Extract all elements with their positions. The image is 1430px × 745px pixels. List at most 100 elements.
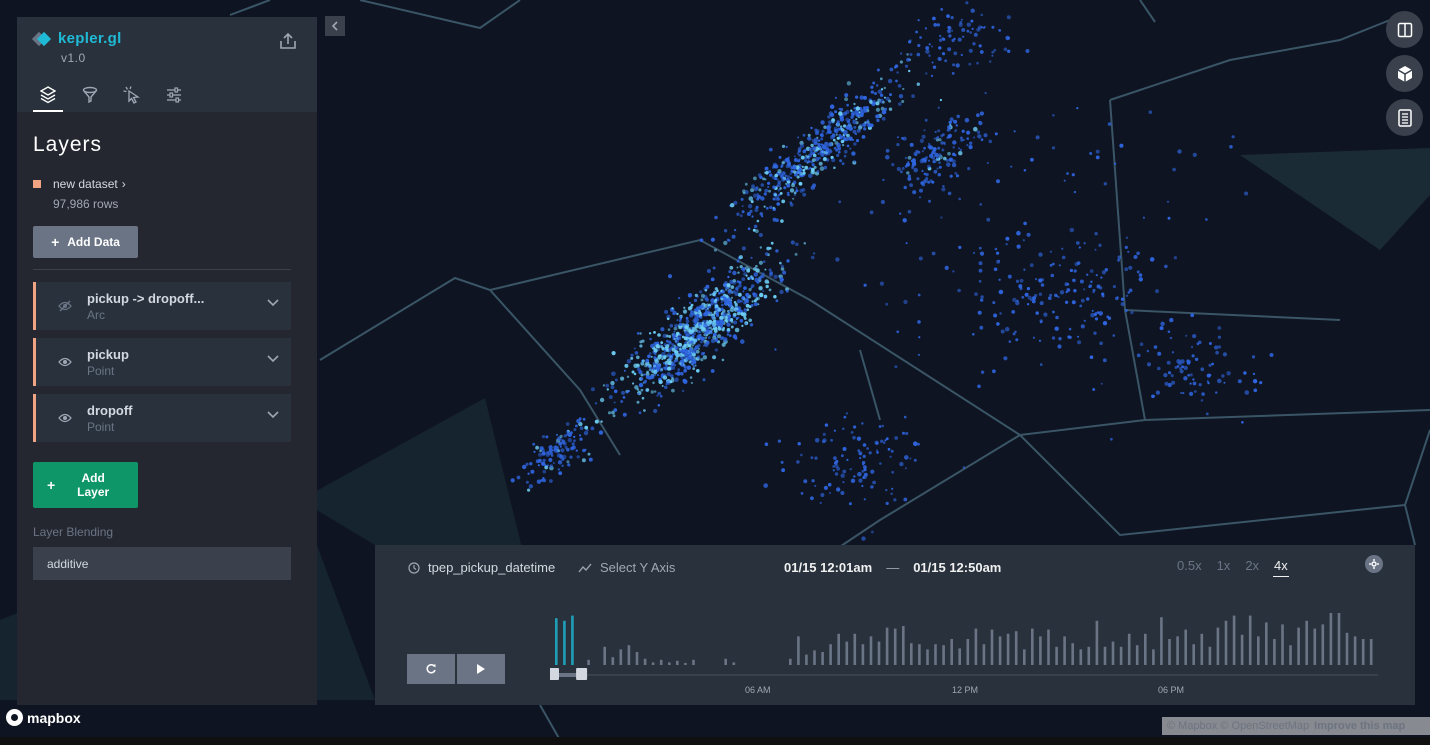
map-point: [707, 324, 710, 327]
map-point: [667, 353, 672, 358]
speed-option[interactable]: 1x: [1216, 558, 1232, 577]
add-layer-button[interactable]: + Add Layer: [33, 462, 138, 508]
map-point: [937, 106, 940, 109]
eye-icon[interactable]: [58, 356, 72, 368]
map-point: [855, 118, 858, 121]
map-point: [857, 125, 863, 130]
map-point: [870, 485, 874, 489]
tab-layers[interactable]: [33, 82, 63, 112]
map-point: [913, 167, 918, 173]
map-point: [831, 158, 836, 163]
map-point: [729, 303, 732, 305]
histogram-bar: [1353, 636, 1357, 665]
map-point: [766, 246, 771, 251]
tab-map-style[interactable]: [159, 82, 189, 112]
map-point: [905, 431, 909, 436]
map-point: [814, 484, 817, 487]
add-data-button[interactable]: + Add Data: [33, 226, 138, 258]
map-point: [909, 183, 913, 188]
tab-interactions[interactable]: [117, 82, 147, 112]
reset-icon: [426, 664, 436, 674]
y-axis-selector[interactable]: Select Y Axis: [578, 560, 675, 575]
tab-filters[interactable]: [75, 82, 105, 112]
chevron-down-icon[interactable]: [267, 355, 279, 363]
map-point: [675, 358, 679, 363]
split-map-button[interactable]: [1386, 11, 1423, 48]
map-point: [1113, 162, 1117, 165]
3d-view-button[interactable]: [1386, 55, 1423, 92]
map-point: [802, 171, 806, 175]
chevron-down-icon[interactable]: [267, 299, 279, 307]
map-point: [827, 142, 833, 147]
map-point: [906, 57, 911, 62]
layer-item-pickup[interactable]: pickup Point: [33, 338, 291, 386]
layer-blending-select[interactable]: additive: [33, 547, 291, 580]
layer-item-arc[interactable]: pickup -> dropoff... Arc: [33, 282, 291, 330]
map-point: [694, 293, 698, 297]
map-point: [669, 380, 673, 384]
map-point: [1003, 47, 1008, 52]
speed-option-active[interactable]: 4x: [1273, 558, 1289, 577]
map-point: [582, 448, 586, 453]
map-point: [976, 113, 980, 118]
map-point: [836, 136, 840, 140]
map-point: [740, 268, 743, 271]
time-field-selector[interactable]: tpep_pickup_datetime: [408, 560, 555, 575]
map-point: [980, 295, 984, 299]
play-button[interactable]: [457, 654, 505, 684]
time-slider-handle-end[interactable]: [576, 668, 588, 680]
map-point: [643, 373, 646, 376]
map-point: [1039, 301, 1044, 306]
speed-option[interactable]: 0.5x: [1176, 558, 1203, 577]
improve-map-link[interactable]: Improve this map: [1314, 720, 1405, 732]
time-widget-settings-button[interactable]: [1365, 555, 1383, 573]
map-point: [786, 259, 790, 263]
share-button[interactable]: [279, 32, 297, 50]
map-point: [535, 445, 539, 450]
histogram-bar: [1224, 620, 1228, 665]
map-point: [658, 379, 663, 385]
reset-button[interactable]: [407, 654, 455, 684]
map-point: [993, 267, 998, 272]
map-point: [846, 103, 849, 107]
layer-item-dropoff[interactable]: dropoff Point: [33, 394, 291, 442]
map-point: [1107, 122, 1112, 126]
map-point: [750, 188, 755, 193]
eye-icon[interactable]: [58, 412, 72, 424]
map-point: [979, 50, 984, 54]
layer-type: Point: [87, 419, 115, 434]
map-point: [837, 147, 841, 151]
map-point: [672, 312, 675, 316]
legend-button[interactable]: [1386, 99, 1423, 136]
map-point: [558, 471, 563, 476]
map-point: [1092, 388, 1096, 391]
map-point: [637, 392, 640, 395]
map-point: [992, 369, 996, 374]
map-point: [691, 358, 696, 363]
map-point: [745, 303, 750, 308]
map-point: [943, 156, 947, 161]
app-version: v1.0: [61, 51, 86, 65]
map-point: [977, 310, 982, 315]
mapbox-logo[interactable]: mapbox: [6, 709, 81, 726]
time-slider-handle-start[interactable]: [550, 668, 559, 680]
map-point: [924, 118, 928, 122]
map-point: [650, 390, 654, 394]
eye-hidden-icon[interactable]: [58, 300, 72, 312]
map-point: [870, 469, 875, 474]
map-point: [1073, 289, 1077, 293]
dataset-item[interactable]: new dataset ›: [33, 177, 291, 191]
map-point: [1054, 293, 1058, 297]
collapse-panel-button[interactable]: [325, 16, 345, 36]
chevron-down-icon[interactable]: [267, 411, 279, 419]
map-point: [695, 329, 698, 332]
map-point: [1217, 326, 1222, 330]
range-separator: —: [886, 560, 900, 575]
map-point: [748, 288, 752, 292]
time-histogram[interactable]: [550, 605, 1380, 685]
map-point: [1269, 353, 1274, 357]
map-point: [866, 447, 869, 450]
map-point: [953, 119, 958, 124]
map-point: [704, 288, 708, 292]
speed-option[interactable]: 2x: [1244, 558, 1260, 577]
